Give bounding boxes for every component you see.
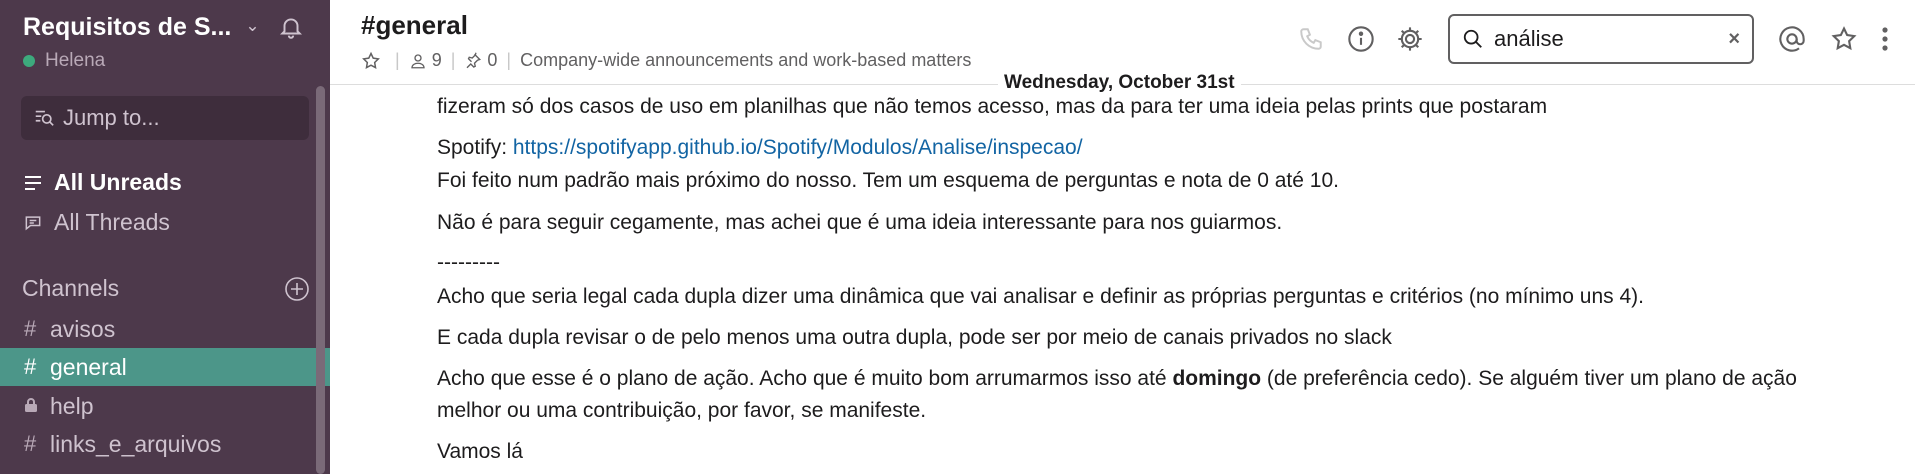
current-user[interactable]: Helena [23,50,105,72]
channel-name: help [50,392,94,419]
sidebar-item-general[interactable]: # general [0,348,330,386]
pin-icon [466,52,482,68]
search-value: análise [1494,26,1564,51]
message-text: Vamos lá [437,440,523,463]
channel-topic[interactable]: Company-wide announcements and work-base… [520,50,971,71]
pin-count[interactable]: 0 [464,50,497,71]
jump-to-button[interactable]: Jump to... [21,96,309,140]
channel-name: links_e_arquivos [50,430,222,457]
message-text: --------- [437,251,500,274]
threads-icon [22,213,44,233]
hash-icon: # [24,354,37,379]
user-name: Helena [45,50,106,71]
message-link[interactable]: https://spotifyapp.github.io/Spotify/Mod… [513,136,1083,159]
hash-icon: # [24,431,37,456]
sidebar-item-all-unreads[interactable]: All Unreads [22,169,182,196]
message-text: Acho que seria legal cada dupla dizer um… [437,285,1644,308]
sidebar: Requisitos de S... ⌄ Helena Jump to... A… [0,0,330,474]
sidebar-item-help[interactable]: help [0,387,330,425]
gear-icon[interactable] [1395,24,1425,54]
hash-icon: # [24,316,37,341]
member-count[interactable]: 9 [409,50,442,71]
channels-heading[interactable]: Channels [22,275,119,302]
sidebar-scrollbar[interactable] [316,86,325,474]
message-text: melhor ou uma contribuição, por favor, s… [437,399,927,422]
all-threads-label: All Threads [54,209,170,235]
channel-name: avisos [50,315,116,342]
presence-dot [23,55,35,67]
message-prefix: Spotify: [437,136,513,159]
mentions-icon[interactable] [1777,24,1807,54]
person-icon [411,53,425,68]
jump-to-icon [35,110,54,126]
all-unreads-label: All Unreads [54,169,182,195]
message-segment: Acho que esse é o plano de ação. Acho qu… [437,367,1173,390]
sidebar-item-links-e-arquivos[interactable]: # links_e_arquivos [0,425,330,463]
pin-count-value: 0 [487,50,498,70]
message-text: E cada dupla revisar o de pelo menos uma… [437,326,1392,349]
star-icon[interactable] [361,51,386,71]
message-text: Acho que esse é o plano de ação. Acho qu… [437,367,1797,391]
message-text: Não é para seguir cegamente, mas achei q… [437,211,1283,234]
list-icon [22,175,44,191]
message-text: Foi feito num padrão mais próximo do nos… [437,169,1339,192]
channel-name: general [50,353,127,380]
jump-to-label: Jump to... [63,105,160,130]
message-bold: domingo [1172,367,1262,390]
search-input[interactable]: análise × [1448,14,1754,64]
channel-title[interactable]: #general [361,10,468,41]
bell-icon[interactable] [278,14,304,40]
message-text: Spotify: https://spotifyapp.github.io/Sp… [437,136,1083,160]
info-icon[interactable] [1346,24,1376,54]
channel-meta: | 9 | 0 | Company-wide announcements and… [361,50,971,71]
star-icon[interactable] [1829,24,1859,54]
day-divider: Wednesday, October 31st [998,72,1241,94]
sidebar-item-all-threads[interactable]: All Threads [22,209,170,236]
clear-search-icon[interactable]: × [1728,28,1740,51]
message-segment: (de preferência cedo). Se alguém tiver u… [1261,367,1797,390]
team-name: Requisitos de S... [23,12,232,41]
sidebar-item-avisos[interactable]: # avisos [0,310,330,348]
more-options-icon[interactable] [1875,24,1895,54]
add-channel-icon[interactable] [284,276,310,302]
phone-icon[interactable] [1296,24,1326,54]
lock-icon [24,393,40,419]
message-text: fizeram só dos casos de uso em planilhas… [437,95,1548,118]
member-count-value: 9 [431,50,442,70]
chevron-down-icon: ⌄ [245,16,260,35]
search-icon [1463,29,1482,48]
